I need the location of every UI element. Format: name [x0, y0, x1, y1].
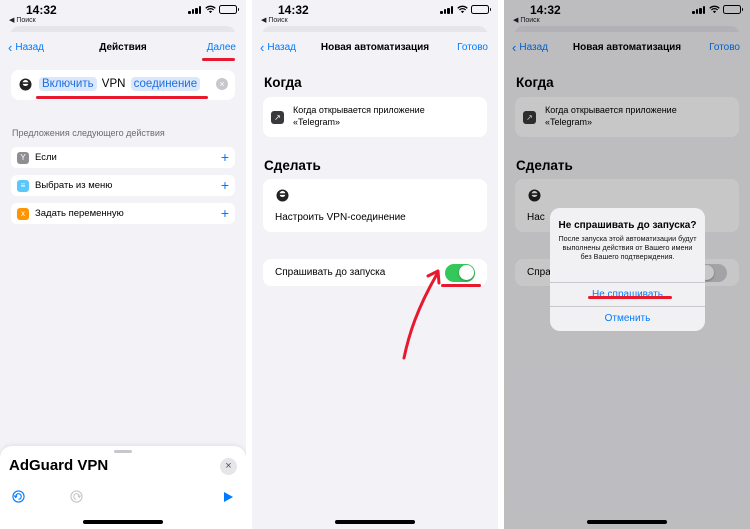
back-to-search[interactable]: ◀ Поиск — [9, 16, 36, 24]
action-object: VPN — [101, 78, 126, 90]
suggestions-title: Предложения следующего действия — [12, 128, 165, 138]
status-time: 14:32 — [26, 3, 57, 17]
screen-actions: 14:32 ◀ Поиск ‹Назад Действия Далее Вкл — [0, 0, 246, 529]
open-app-icon: ↗ — [271, 111, 284, 124]
action-text: Включить VPN соединение — [39, 77, 201, 91]
adguard-vpn-icon — [19, 78, 32, 91]
home-indicator — [335, 520, 415, 524]
suggestion-label: Если — [35, 152, 57, 163]
undo-icon[interactable] — [12, 490, 25, 503]
plus-icon[interactable]: + — [221, 205, 229, 221]
menu-icon: ≡ — [17, 179, 29, 192]
battery-icon — [471, 5, 491, 14]
highlight-underline — [202, 58, 235, 61]
dont-ask-button[interactable]: Не спрашивать — [550, 282, 705, 306]
play-icon[interactable] — [223, 491, 234, 503]
remove-icon[interactable]: × — [216, 78, 228, 90]
screen-confirm-dialog: 14:32 ◀ Поиск ‹ Назад Новая автоматизация… — [504, 0, 750, 529]
alert-message: После запуска этой автоматизации будут в… — [558, 234, 697, 261]
red-arrow-annotation — [402, 269, 441, 360]
ask-toggle[interactable] — [445, 263, 475, 282]
trigger-card[interactable]: ↗ Когда открывается приложение «Telegram… — [263, 97, 487, 137]
plus-icon[interactable]: + — [221, 149, 229, 165]
back-to-search[interactable]: ◀ Поиск — [261, 16, 288, 24]
highlight-underline — [588, 296, 672, 299]
adguard-vpn-icon — [276, 189, 289, 202]
home-indicator — [83, 520, 163, 524]
automation-sheet: ‹ Назад Новая автоматизация Готово Когда … — [252, 32, 498, 529]
action-parameter-token[interactable]: соединение — [130, 77, 201, 91]
done-button[interactable]: Готово — [457, 42, 488, 53]
suggestion-label: Задать переменную — [35, 208, 124, 219]
action-card[interactable]: Настроить VPN-соединение — [263, 179, 487, 232]
wifi-icon — [205, 5, 216, 14]
trigger-line2: «Telegram» — [293, 117, 341, 127]
cellular-signal-icon — [440, 6, 454, 14]
drag-handle[interactable] — [114, 450, 132, 453]
ask-label: Спрашивать до запуска — [275, 267, 386, 278]
next-button[interactable]: Далее — [207, 42, 236, 53]
highlight-underline — [441, 284, 481, 287]
suggestion-if[interactable]: Y Если + — [11, 147, 235, 168]
app-actions-panel: AdGuard VPN × — [0, 446, 246, 529]
status-time: 14:32 — [278, 3, 309, 17]
alert-title: Не спрашивать до запуска? — [558, 220, 697, 231]
if-icon: Y — [17, 151, 29, 164]
trigger-line1: Когда открывается приложение — [293, 105, 425, 115]
redo-icon[interactable] — [70, 490, 83, 503]
cancel-button[interactable]: Отменить — [550, 306, 705, 330]
screen-new-automation: 14:32 ◀ Поиск ‹ Назад Новая автоматизация… — [252, 0, 498, 529]
action-label: Настроить VPN-соединение — [275, 212, 406, 223]
actions-sheet: ‹ Назад Действия Далее Включить VPN соеди… — [0, 32, 246, 529]
app-name: AdGuard VPN — [9, 457, 109, 474]
action-verb-token[interactable]: Включить — [39, 77, 97, 91]
status-bar: 14:32 ◀ Поиск — [252, 0, 498, 28]
battery-icon — [219, 5, 239, 14]
suggestion-choose-menu[interactable]: ≡ Выбрать из меню + — [11, 175, 235, 196]
ask-before-running-row: Спрашивать до запуска — [263, 259, 487, 286]
do-header: Сделать — [264, 158, 321, 173]
nav-bar: ‹ Назад Новая автоматизация Готово — [252, 32, 498, 64]
highlight-underline — [36, 96, 208, 99]
suggestion-set-variable[interactable]: x Задать переменную + — [11, 203, 235, 224]
variable-icon: x — [17, 207, 29, 220]
suggestion-label: Выбрать из меню — [35, 180, 113, 191]
wifi-icon — [457, 5, 468, 14]
when-header: Когда — [264, 75, 302, 90]
cellular-signal-icon — [188, 6, 202, 14]
status-bar: 14:32 ◀ Поиск — [0, 0, 246, 28]
close-icon[interactable]: × — [220, 458, 237, 475]
confirm-alert: Не спрашивать до запуска? После запуска … — [550, 208, 705, 331]
plus-icon[interactable]: + — [221, 177, 229, 193]
